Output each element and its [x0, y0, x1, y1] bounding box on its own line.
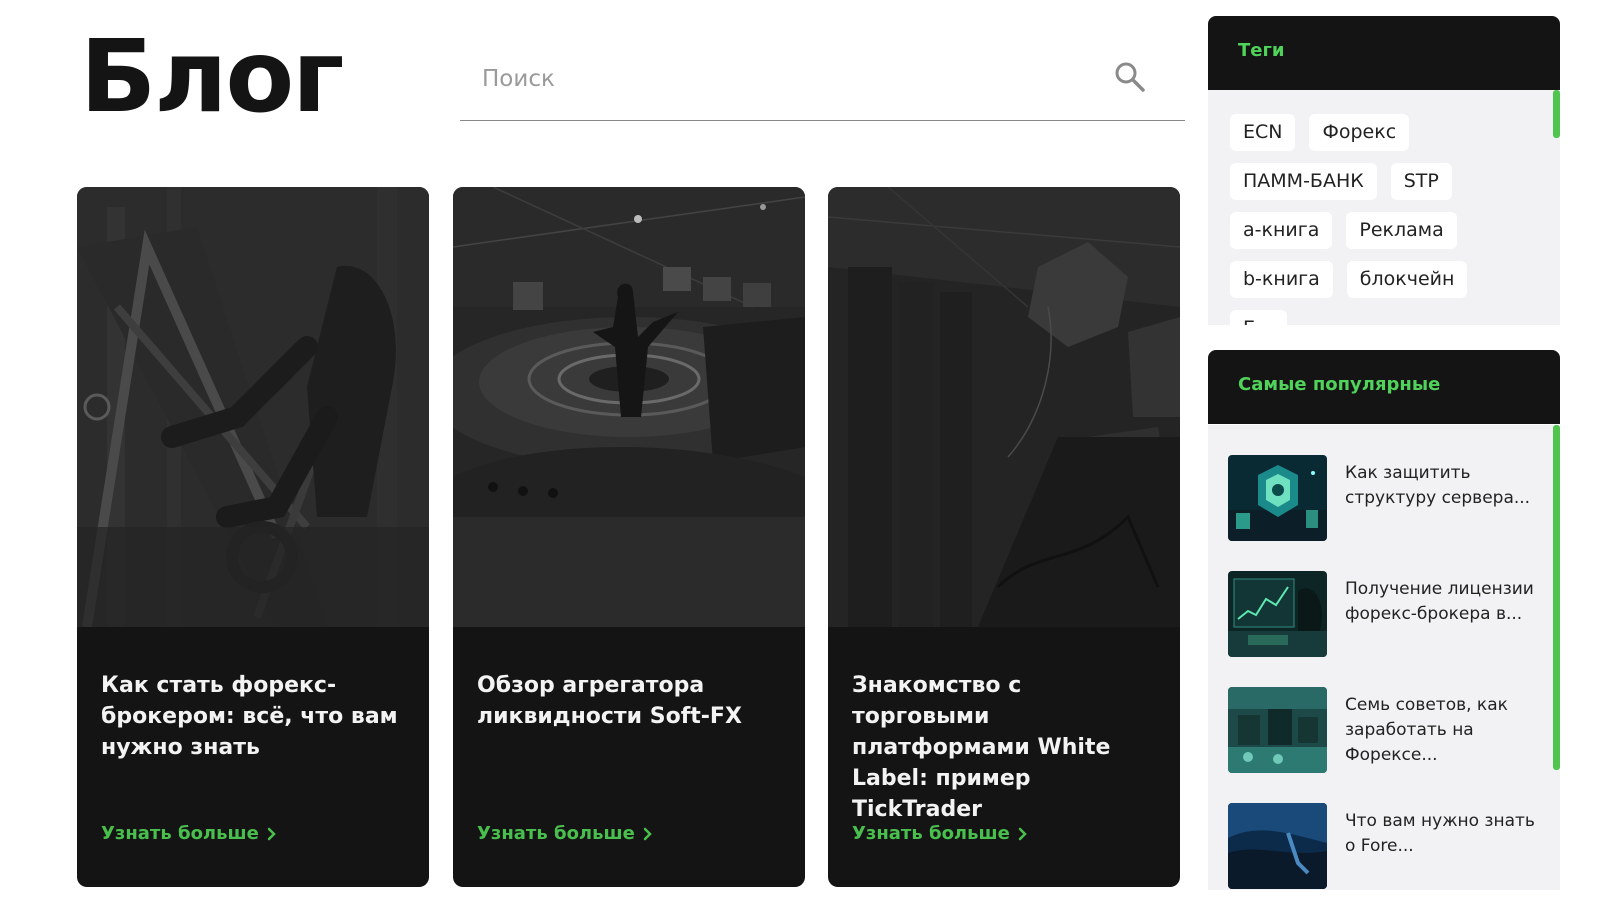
- popular-panel: Как защитить структуру сервера... Получе…: [1208, 425, 1560, 890]
- tag[interactable]: блокчейн: [1346, 261, 1468, 298]
- popular-scrollbar[interactable]: [1553, 425, 1560, 770]
- popular-thumbnail: [1228, 571, 1327, 657]
- read-more-label: Узнать больше: [101, 823, 259, 844]
- popular-title[interactable]: Что вам нужно знать о Fore...: [1345, 809, 1545, 859]
- article-image: [453, 187, 805, 627]
- tags-panel: ECN Форекс ПАММ-БАНК STP а-книга Реклама…: [1208, 90, 1560, 325]
- tag[interactable]: ECN: [1230, 114, 1296, 151]
- popular-thumbnail: [1228, 455, 1327, 541]
- article-title[interactable]: Как стать форекс-брокером: всё, что вам …: [101, 670, 411, 763]
- search-bar: [460, 50, 1185, 121]
- chevron-right-icon: [643, 827, 653, 841]
- popular-item[interactable]: Что вам нужно знать о Fore...: [1228, 803, 1548, 890]
- tag[interactable]: Форекс: [1309, 114, 1410, 151]
- tags-scrollbar[interactable]: [1553, 90, 1560, 138]
- tag[interactable]: Б...: [1230, 310, 1288, 325]
- tag[interactable]: STP: [1390, 163, 1452, 200]
- read-more-label: Узнать больше: [852, 823, 1010, 844]
- tag[interactable]: а-книга: [1230, 212, 1333, 249]
- search-icon[interactable]: [1113, 60, 1147, 94]
- article-image: [828, 187, 1180, 627]
- popular-thumbnail: [1228, 803, 1327, 889]
- tags-heading: Теги: [1238, 40, 1285, 61]
- article-card[interactable]: Обзор агрегатора ликвидности Soft-FX Узн…: [453, 187, 805, 887]
- popular-thumbnail: [1228, 687, 1327, 773]
- article-title[interactable]: Обзор агрегатора ликвидности Soft-FX: [477, 670, 787, 732]
- tags-header: Теги: [1208, 16, 1560, 90]
- read-more-link[interactable]: Узнать больше: [101, 823, 277, 844]
- read-more-label: Узнать больше: [477, 823, 635, 844]
- popular-item[interactable]: Как защитить структуру сервера...: [1228, 455, 1548, 545]
- popular-header: Самые популярные: [1208, 350, 1560, 424]
- page-title: Блог: [80, 18, 344, 135]
- tag[interactable]: b-книга: [1230, 261, 1333, 298]
- popular-title[interactable]: Получение лицензии форекс-брокера в...: [1345, 577, 1545, 627]
- popular-title[interactable]: Семь советов, как заработать на Форексе.…: [1345, 693, 1545, 768]
- article-image: [77, 187, 429, 627]
- tag[interactable]: ПАММ-БАНК: [1230, 163, 1377, 200]
- popular-heading: Самые популярные: [1238, 374, 1441, 395]
- read-more-link[interactable]: Узнать больше: [852, 823, 1028, 844]
- article-card[interactable]: Знакомство с торговыми платформами White…: [828, 187, 1180, 887]
- popular-item[interactable]: Семь советов, как заработать на Форексе.…: [1228, 687, 1548, 777]
- chevron-right-icon: [267, 827, 277, 841]
- tag[interactable]: Реклама: [1346, 212, 1457, 249]
- popular-title[interactable]: Как защитить структуру сервера...: [1345, 461, 1545, 511]
- article-card[interactable]: Как стать форекс-брокером: всё, что вам …: [77, 187, 429, 887]
- popular-item[interactable]: Получение лицензии форекс-брокера в...: [1228, 571, 1548, 661]
- tag-list: ECN Форекс ПАММ-БАНК STP а-книга Реклама…: [1230, 114, 1530, 325]
- chevron-right-icon: [1018, 827, 1028, 841]
- read-more-link[interactable]: Узнать больше: [477, 823, 653, 844]
- article-title[interactable]: Знакомство с торговыми платформами White…: [852, 670, 1162, 825]
- search-input[interactable]: [480, 58, 1104, 100]
